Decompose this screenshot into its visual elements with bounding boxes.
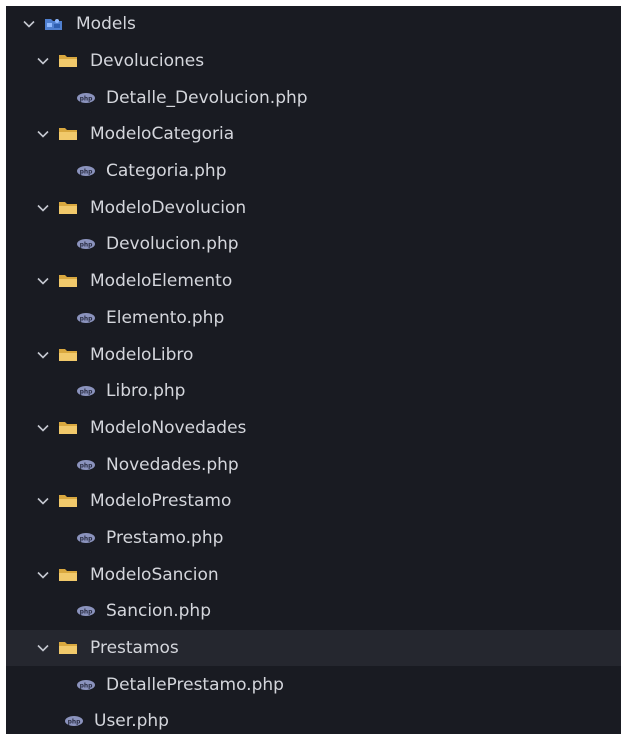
chevron-down-icon[interactable] — [34, 419, 52, 437]
folder-open-icon — [58, 567, 78, 583]
php-file-icon: php — [76, 163, 96, 179]
tree-item-label: Categoria.php — [106, 161, 227, 182]
svg-text:php: php — [80, 95, 94, 102]
chevron-down-icon[interactable] — [34, 125, 52, 143]
php-file-icon: php — [76, 603, 96, 619]
tree-item-label: Devolucion.php — [106, 234, 239, 255]
tree-item-label: Sancion.php — [106, 601, 211, 622]
tree-item-label: DetallePrestamo.php — [106, 674, 284, 695]
php-file-icon: php — [76, 383, 96, 399]
chevron-down-icon[interactable] — [20, 15, 38, 33]
tree-item-label: Devoluciones — [90, 51, 205, 72]
svg-text:php: php — [68, 719, 82, 726]
tree-folder-modelosancion[interactable]: ModeloSancion — [6, 556, 621, 593]
php-file-icon: php — [64, 713, 84, 729]
tree-item-label: Novedades.php — [106, 454, 239, 475]
chevron-down-icon[interactable] — [34, 639, 52, 657]
tree-file-prestamo-php[interactable]: php Prestamo.php — [6, 520, 621, 557]
file-explorer: Models Devoluciones php Detalle_Devolucion… — [6, 6, 621, 734]
folder-open-icon — [58, 493, 78, 509]
tree-item-label: Prestamo.php — [106, 527, 224, 548]
tree-item-label: User.php — [94, 711, 169, 732]
tree-file-detalleprestamo-php[interactable]: php DetallePrestamo.php — [6, 666, 621, 703]
tree-folder-modelolibro[interactable]: ModeloLibro — [6, 336, 621, 373]
tree-file-sancion-php[interactable]: php Sancion.php — [6, 593, 621, 630]
tree-item-label: Detalle_Devolucion.php — [106, 87, 308, 108]
tree-item-label: Libro.php — [106, 381, 186, 402]
svg-text:php: php — [80, 535, 94, 542]
svg-text:php: php — [80, 462, 94, 469]
tree-file-novedades-php[interactable]: php Novedades.php — [6, 446, 621, 483]
tree-item-label: ModeloSancion — [90, 564, 219, 585]
tree-file-devolucion-php[interactable]: php Devolucion.php — [6, 226, 621, 263]
tree-folder-devoluciones[interactable]: Devoluciones — [6, 43, 621, 80]
tree-file-libro-php[interactable]: php Libro.php — [6, 373, 621, 410]
tree-folder-modelonovedades[interactable]: ModeloNovedades — [6, 410, 621, 447]
tree-folder-modeloelemento[interactable]: ModeloElemento — [6, 263, 621, 300]
folder-open-icon — [58, 640, 78, 656]
tree-file-detalle-devolucion-php[interactable]: php Detalle_Devolucion.php — [6, 79, 621, 116]
tree-item-label: Prestamos — [90, 638, 179, 659]
tree-folder-prestamos[interactable]: Prestamos — [6, 629, 621, 667]
tree-item-label: ModeloElemento — [90, 271, 233, 292]
tree-item-label: ModeloPrestamo — [90, 491, 232, 512]
chevron-down-icon[interactable] — [34, 52, 52, 70]
tree-root-models[interactable]: Models — [6, 6, 621, 43]
folder-open-icon — [58, 347, 78, 363]
php-file-icon: php — [76, 677, 96, 693]
svg-text:php: php — [80, 169, 94, 176]
folder-open-icon — [58, 53, 78, 69]
tree-folder-modelodevolucion[interactable]: ModeloDevolucion — [6, 189, 621, 226]
chevron-down-icon[interactable] — [34, 346, 52, 364]
tree-item-label: ModeloLibro — [90, 344, 194, 365]
svg-text:php: php — [80, 682, 94, 689]
folder-open-icon — [58, 420, 78, 436]
php-file-icon: php — [76, 236, 96, 252]
php-file-icon: php — [76, 90, 96, 106]
chevron-down-icon[interactable] — [34, 199, 52, 217]
tree-file-user-php[interactable]: php User.php — [6, 703, 621, 734]
svg-text:php: php — [80, 389, 94, 396]
tree-item-label: ModeloCategoria — [90, 124, 235, 145]
chevron-down-icon[interactable] — [34, 272, 52, 290]
svg-text:php: php — [80, 315, 94, 322]
models-folder-icon — [44, 16, 64, 32]
svg-text:php: php — [80, 609, 94, 616]
tree-item-label: Elemento.php — [106, 307, 225, 328]
folder-open-icon — [58, 126, 78, 142]
php-file-icon: php — [76, 530, 96, 546]
chevron-down-icon[interactable] — [34, 492, 52, 510]
svg-text:php: php — [80, 242, 94, 249]
tree-file-elemento-php[interactable]: php Elemento.php — [6, 300, 621, 337]
tree-item-label: Models — [76, 14, 136, 35]
tree-file-categoria-php[interactable]: php Categoria.php — [6, 153, 621, 190]
folder-open-icon — [58, 273, 78, 289]
folder-open-icon — [58, 200, 78, 216]
explorer-tree: Models Devoluciones php Detalle_Devolucion… — [6, 6, 621, 734]
php-file-icon: php — [76, 310, 96, 326]
php-file-icon: php — [76, 457, 96, 473]
tree-item-label: ModeloDevolucion — [90, 197, 247, 218]
tree-item-label: ModeloNovedades — [90, 417, 247, 438]
chevron-down-icon[interactable] — [34, 566, 52, 584]
tree-folder-modelocategoria[interactable]: ModeloCategoria — [6, 116, 621, 153]
tree-folder-modeloprestamo[interactable]: ModeloPrestamo — [6, 483, 621, 520]
